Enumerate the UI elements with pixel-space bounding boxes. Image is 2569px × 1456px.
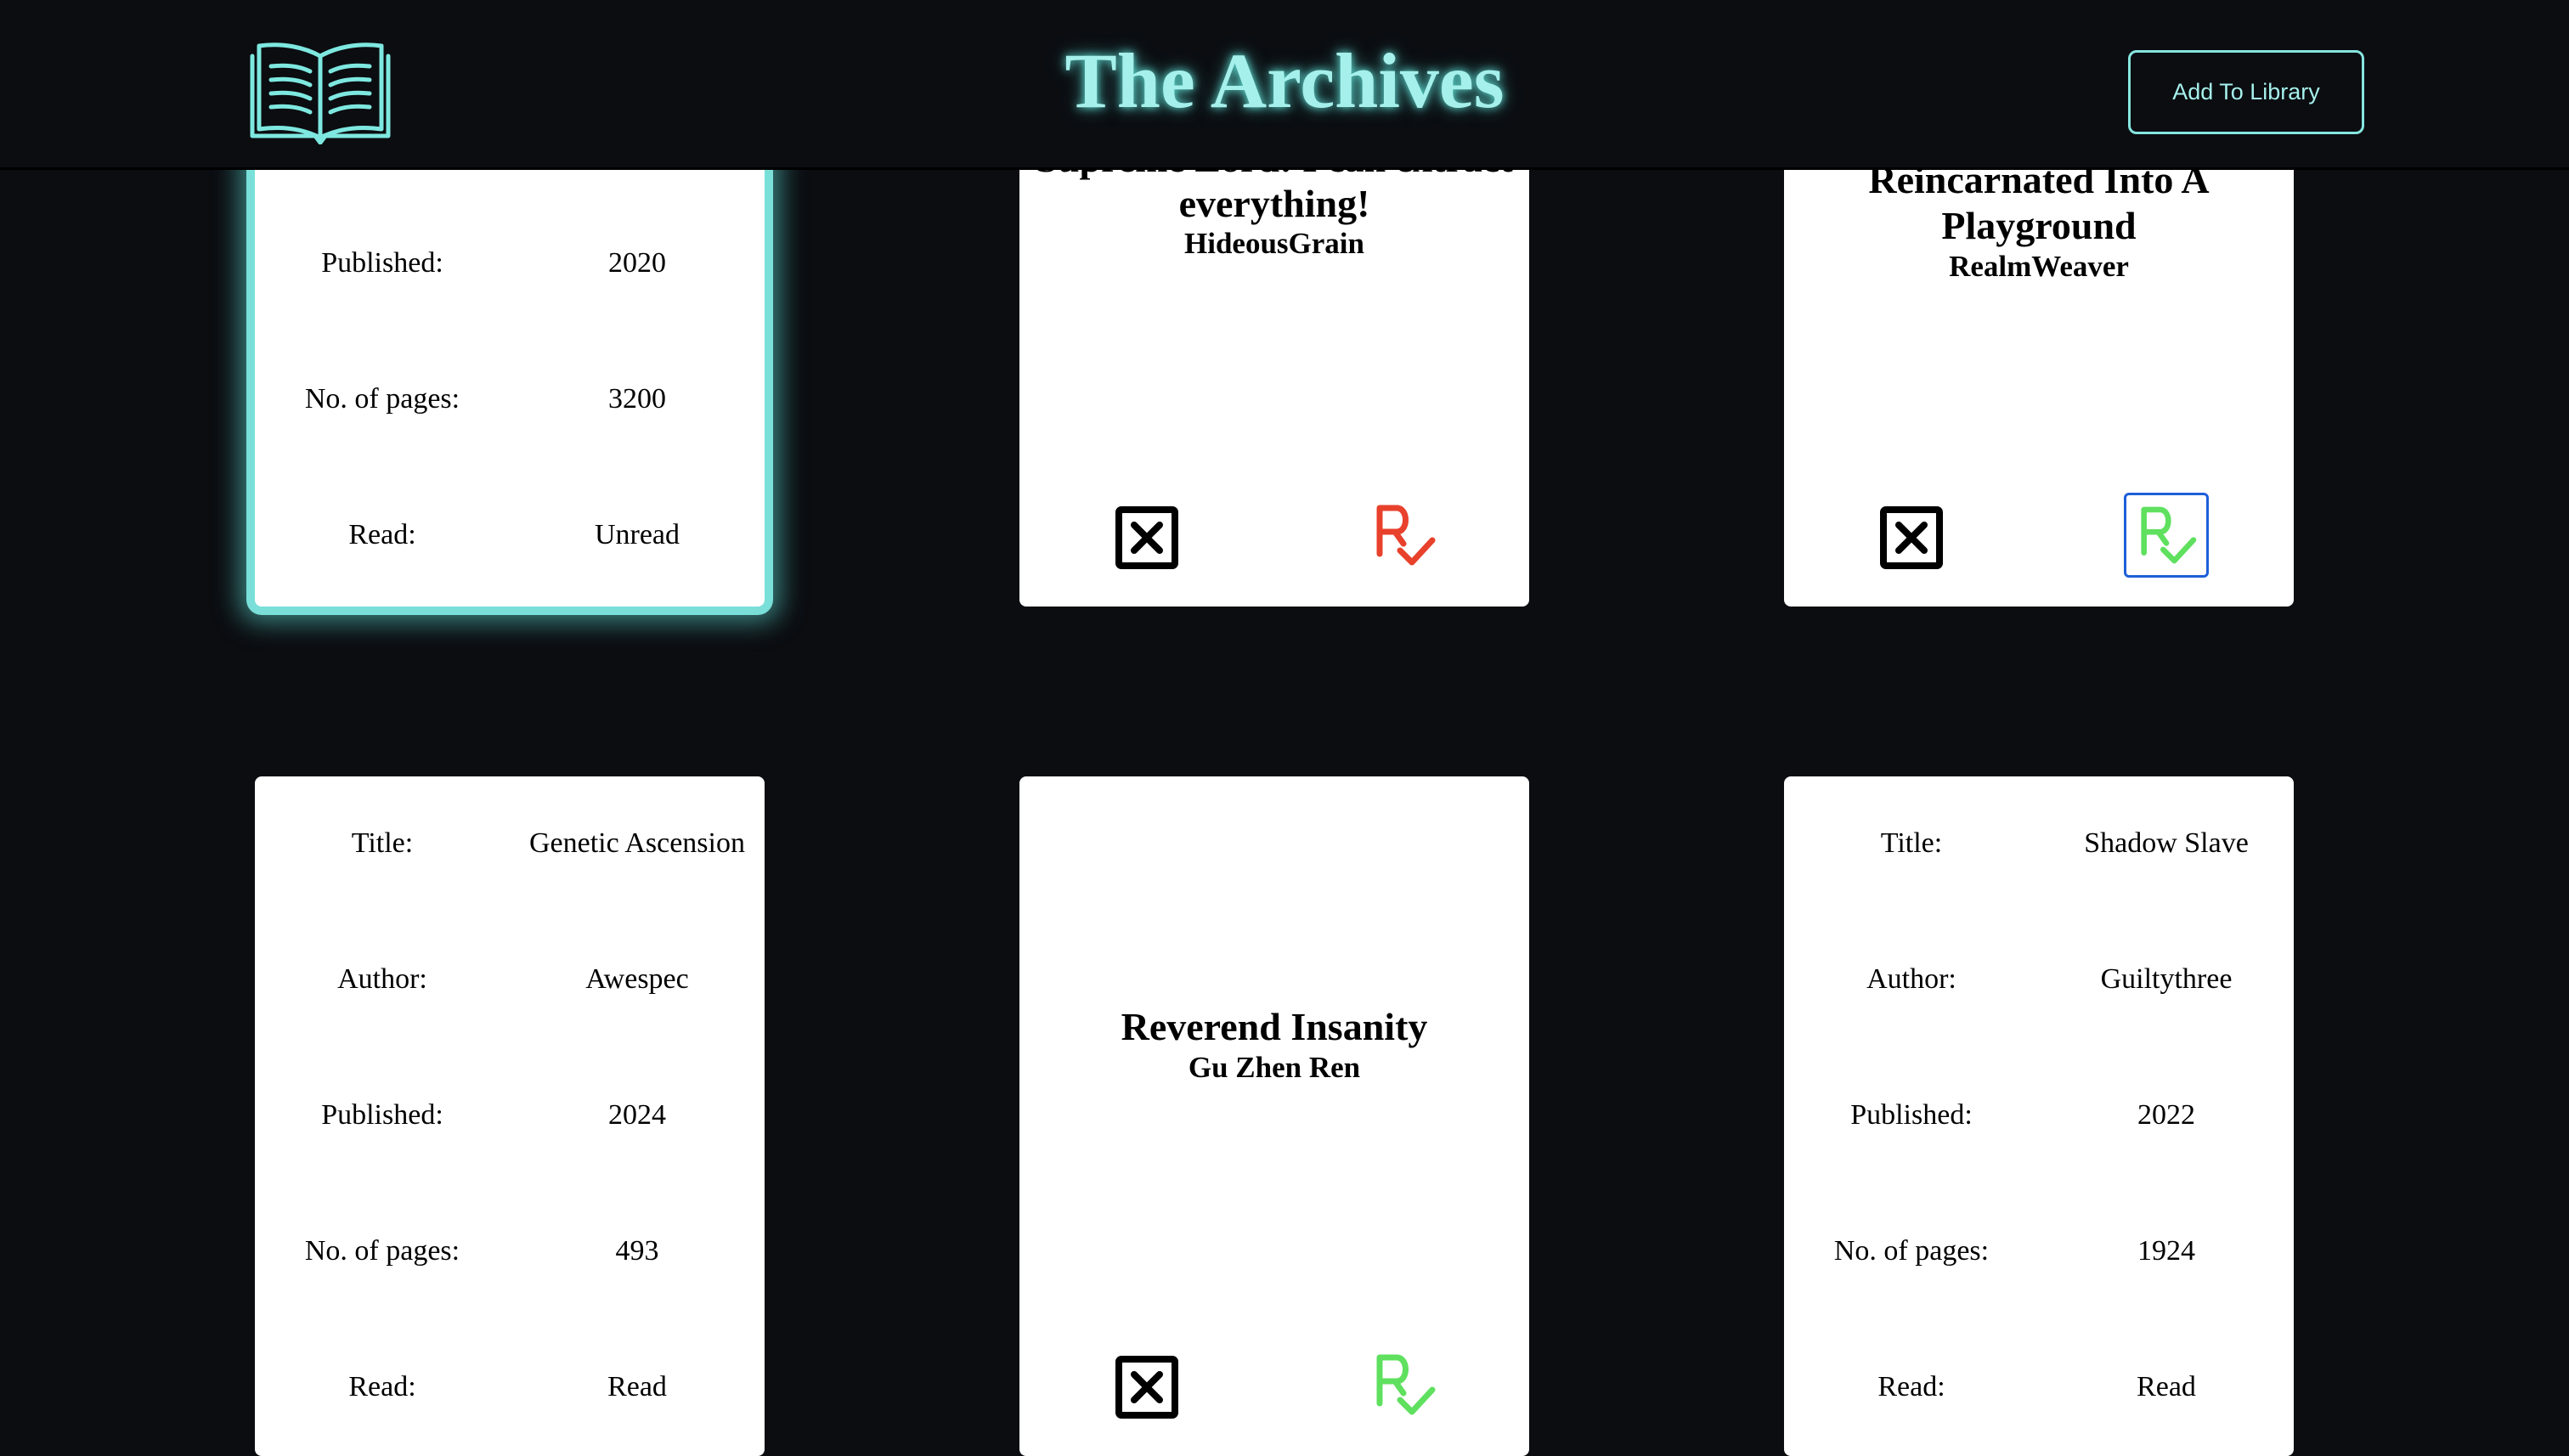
- field-row-pages: No. of pages: 3200: [255, 383, 765, 417]
- delete-icon[interactable]: [1115, 505, 1179, 570]
- book-card[interactable]: Title: Shadow Slave Author: Guiltythree …: [1784, 776, 2294, 1456]
- field-row-title: Title: Genetic Ascension: [255, 827, 765, 861]
- read-check-icon[interactable]: [1361, 1342, 1446, 1427]
- read-check-icon[interactable]: [1361, 493, 1446, 578]
- book-title: Playground: [1941, 204, 2137, 247]
- field-value: 3200: [608, 383, 666, 415]
- field-row-pages: No. of pages: 493: [255, 1235, 765, 1269]
- field-row-author: Author: Guiltythree: [1784, 963, 2294, 997]
- field-label: Author:: [1866, 963, 1956, 995]
- field-value: 493: [615, 1235, 659, 1267]
- field-label: Read:: [348, 1371, 416, 1402]
- field-row-published: Published: 2022: [1784, 1099, 2294, 1133]
- field-label: No. of pages:: [304, 383, 460, 415]
- field-value: 1924: [2137, 1235, 2195, 1267]
- delete-icon[interactable]: [1879, 505, 1944, 570]
- book-card[interactable]: Supreme Lord: I can extract everything! …: [1019, 136, 1529, 607]
- field-label: Read:: [1877, 1371, 1945, 1402]
- book-author: RealmWeaver: [1949, 250, 2129, 283]
- book-card[interactable]: Title: Genetic Ascension Author: Awespec…: [255, 776, 765, 1456]
- delete-icon[interactable]: [1115, 1355, 1179, 1419]
- field-row-published: Published: 2024: [255, 1099, 765, 1133]
- field-row-author: Author: Awespec: [255, 963, 765, 997]
- field-value: Read: [607, 1371, 667, 1402]
- field-label: Title:: [1880, 827, 1943, 859]
- field-label: Title:: [351, 827, 414, 859]
- field-value: Awespec: [585, 963, 689, 995]
- field-label: Read:: [348, 519, 416, 550]
- field-label: Published:: [321, 1099, 443, 1131]
- field-row-pages: No. of pages: 1924: [1784, 1235, 2294, 1269]
- book-card[interactable]: Published: 2020 No. of pages: 3200 Read:…: [255, 136, 765, 607]
- field-row-published: Published: 2020: [255, 247, 765, 281]
- field-value: 2022: [2137, 1099, 2195, 1131]
- field-label: Published:: [1850, 1099, 1973, 1131]
- add-to-library-button[interactable]: Add To Library: [2128, 50, 2364, 134]
- book-title: everything!: [1178, 182, 1370, 225]
- book-card[interactable]: Reincarnated Into A Playground RealmWeav…: [1784, 136, 2294, 607]
- header: The Archives Add To Library: [0, 0, 2569, 170]
- field-row-read: Read: Unread: [255, 519, 765, 553]
- field-value: Read: [2137, 1371, 2196, 1402]
- field-label: No. of pages:: [304, 1235, 460, 1267]
- book-author: HideousGrain: [1184, 227, 1364, 260]
- field-value: Genetic Ascension: [529, 827, 745, 859]
- field-label: No. of pages:: [1833, 1235, 1990, 1267]
- book-title: Reverend Insanity: [1121, 1005, 1428, 1048]
- field-label: Published:: [321, 247, 443, 279]
- read-check-icon[interactable]: [2124, 493, 2209, 578]
- field-value: Guiltythree: [2100, 963, 2233, 995]
- field-value: Shadow Slave: [2084, 827, 2249, 859]
- book-author: Gu Zhen Ren: [1188, 1051, 1361, 1084]
- field-row-read: Read: Read: [255, 1371, 765, 1405]
- field-value: Unread: [594, 519, 680, 550]
- field-value: 2024: [608, 1099, 666, 1131]
- book-card[interactable]: Reverend Insanity Gu Zhen Ren: [1019, 776, 1529, 1456]
- field-row-read: Read: Read: [1784, 1371, 2294, 1405]
- field-label: Author:: [337, 963, 427, 995]
- field-row-title: Title: Shadow Slave: [1784, 827, 2294, 861]
- field-value: 2020: [608, 247, 666, 279]
